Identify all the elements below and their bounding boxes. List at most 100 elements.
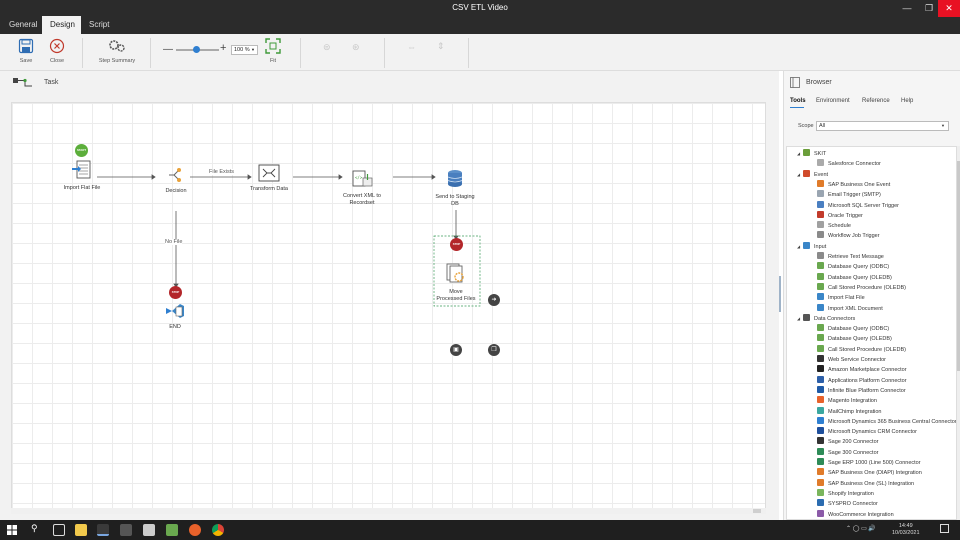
- tree-item-label: Database Query (ODBC): [828, 326, 890, 333]
- tree-item[interactable]: Web Service Connector: [817, 355, 886, 365]
- canvas-scrollbar[interactable]: [11, 508, 766, 514]
- tree-item[interactable]: Shopify Integration: [817, 488, 874, 499]
- chrome-icon[interactable]: [212, 524, 224, 536]
- next-step-button[interactable]: ➜: [488, 294, 500, 306]
- tree-item[interactable]: Import XML Document: [817, 303, 883, 314]
- step-summary-button[interactable]: Step Summary: [96, 38, 138, 64]
- tool-icon: [817, 468, 824, 476]
- designer-app-icon[interactable]: [166, 524, 178, 536]
- node-convert-xml[interactable]: </> Convert XML to Recordset: [327, 162, 397, 214]
- tree-item[interactable]: SAP Business One (DIAPI) Integration: [817, 468, 922, 478]
- fit-button[interactable]: Fit: [264, 38, 282, 64]
- tree-item[interactable]: Sage ERP 1000 (Line 500) Connector: [817, 458, 921, 468]
- app-icon[interactable]: [120, 524, 132, 536]
- tab-general[interactable]: General: [1, 16, 45, 34]
- tree-item[interactable]: Infinite Blue Platform Connector: [817, 385, 906, 396]
- distribute-vertical-icon[interactable]: ⇕: [437, 41, 445, 52]
- workflow-grid[interactable]: File Exists No File START Import Flat Fi…: [11, 102, 766, 514]
- align-vertical-icon[interactable]: ⊛: [352, 42, 360, 53]
- tree-group[interactable]: ◢ SKIT: [797, 149, 826, 159]
- tree-item[interactable]: Call Stored Procedure (OLEDB): [817, 282, 906, 293]
- tree-item-label: Database Query (OLEDB): [828, 336, 892, 343]
- node-end[interactable]: END: [140, 302, 210, 331]
- tab-design[interactable]: Design: [42, 16, 81, 34]
- tree-item[interactable]: SAP Business One Event: [817, 179, 891, 190]
- windows-start-icon[interactable]: [7, 525, 17, 535]
- tree-item[interactable]: MailChimp Integration: [817, 406, 882, 417]
- align-horizontal-icon[interactable]: ⊜: [323, 42, 331, 53]
- tree-item-label: Sage 200 Connector: [828, 439, 879, 446]
- close-window-icon[interactable]: ✕: [938, 0, 960, 17]
- tree-item[interactable]: Microsoft Dynamics CRM Connector: [817, 427, 917, 437]
- tree-item-label: SAP Business One (SL) Integration: [828, 480, 915, 487]
- tree-item[interactable]: Database Query (OLEDB): [817, 334, 892, 344]
- save-button[interactable]: Save: [15, 38, 37, 64]
- notification-icon[interactable]: [940, 524, 949, 533]
- zoom-slider-thumb[interactable]: [193, 46, 200, 53]
- app-active-icon[interactable]: [97, 524, 109, 536]
- tree-item[interactable]: Amazon Marketplace Connector: [817, 365, 907, 375]
- tree-item[interactable]: Database Query (ODBC): [817, 324, 889, 334]
- tree-item[interactable]: Retrieve Text Message: [817, 252, 884, 262]
- tree-item[interactable]: Database Query (ODBC): [817, 262, 889, 272]
- zoom-select[interactable]: 100 % ▼: [231, 45, 258, 55]
- tree-item[interactable]: Import Flat File: [817, 293, 865, 303]
- scope-select[interactable]: All ▼: [816, 121, 949, 131]
- clock-date: 10/03/2021: [892, 530, 920, 536]
- tab-environment[interactable]: Environment: [816, 98, 850, 104]
- tree-item[interactable]: Salesforce Connector: [817, 159, 881, 169]
- search-icon[interactable]: ⚲: [31, 523, 38, 534]
- tab-script[interactable]: Script: [81, 16, 117, 34]
- task-label: Task: [44, 79, 59, 86]
- tree-group[interactable]: ◢ Data Connectors: [797, 313, 855, 324]
- clock[interactable]: 14:49 10/03/2021: [892, 523, 920, 537]
- tool-icon: [817, 179, 824, 187]
- tree-item-label: SAP Business One Event: [828, 181, 891, 188]
- tab-help[interactable]: Help: [901, 98, 913, 104]
- app-orange-icon[interactable]: [189, 524, 201, 536]
- tree-item[interactable]: Workflow Job Trigger: [817, 231, 880, 241]
- node-transform-data[interactable]: Transform Data: [234, 164, 304, 193]
- os-taskbar: ⚲ ⌃ ◯ ▭ 🔊 14:49 10/03/2021: [0, 520, 960, 540]
- file-explorer-icon[interactable]: [75, 524, 87, 536]
- tree-item[interactable]: Sage 200 Connector: [817, 437, 878, 447]
- tree-item[interactable]: Oracle Trigger: [817, 210, 863, 221]
- node-send-to-staging[interactable]: Send to Staging DB: [420, 161, 490, 215]
- node-move-processed-files[interactable]: Move Processed Files: [421, 254, 491, 310]
- zoom-out-icon[interactable]: —: [163, 44, 173, 55]
- tree-group[interactable]: ◢ Event: [797, 169, 828, 180]
- title-bar: CSV ETL Video — ❐ ✕ General Design Scrip…: [0, 0, 960, 34]
- tree-item[interactable]: Applications Platform Connector: [817, 375, 907, 386]
- zoom-in-icon[interactable]: +: [220, 42, 226, 54]
- delete-step-button[interactable]: ▣: [450, 344, 462, 356]
- panel-splitter[interactable]: [779, 276, 781, 312]
- maximize-icon[interactable]: ❐: [918, 0, 940, 17]
- notepad-icon[interactable]: [143, 524, 155, 536]
- tree-item[interactable]: Call Stored Procedure (OLEDB): [817, 344, 906, 355]
- tree-item[interactable]: Email Trigger (SMTP): [817, 190, 881, 200]
- tree-item[interactable]: Schedule: [817, 221, 851, 231]
- tab-tools[interactable]: Tools: [790, 98, 806, 104]
- minimize-icon[interactable]: —: [896, 0, 918, 17]
- node-import-flat-file[interactable]: Import Flat File: [47, 159, 117, 192]
- tree-item[interactable]: WooCommerce Integration: [817, 509, 894, 520]
- tree-item[interactable]: Sage 300 Connector: [817, 447, 878, 458]
- tool-icon: [817, 396, 824, 404]
- chevron-down-icon: ▼: [941, 123, 945, 128]
- close-button[interactable]: Close: [46, 38, 68, 64]
- canvas-scrollbar-thumb[interactable]: [753, 509, 761, 513]
- tree-item[interactable]: SAP Business One (SL) Integration: [817, 478, 915, 489]
- distribute-horizontal-icon[interactable]: ⇔: [407, 42, 416, 52]
- tree-item[interactable]: Microsoft SQL Server Trigger: [817, 200, 899, 211]
- tool-icon: [817, 210, 824, 218]
- tree-item[interactable]: Microsoft Dynamics 365 Business Central …: [817, 416, 956, 427]
- node-decision[interactable]: Decision: [141, 166, 211, 195]
- task-view-icon[interactable]: [53, 524, 65, 536]
- tree-group[interactable]: ◢ Input: [797, 241, 826, 252]
- tab-reference[interactable]: Reference: [862, 98, 890, 104]
- tree-item[interactable]: Database Query (OLEDB): [817, 272, 892, 283]
- tree-item[interactable]: Magento Integration: [817, 396, 877, 406]
- copy-step-button[interactable]: ❐: [488, 344, 500, 356]
- tree-item[interactable]: SYSPRO Connector: [817, 499, 878, 509]
- system-tray-icons[interactable]: ⌃ ◯ ▭ 🔊: [846, 525, 876, 532]
